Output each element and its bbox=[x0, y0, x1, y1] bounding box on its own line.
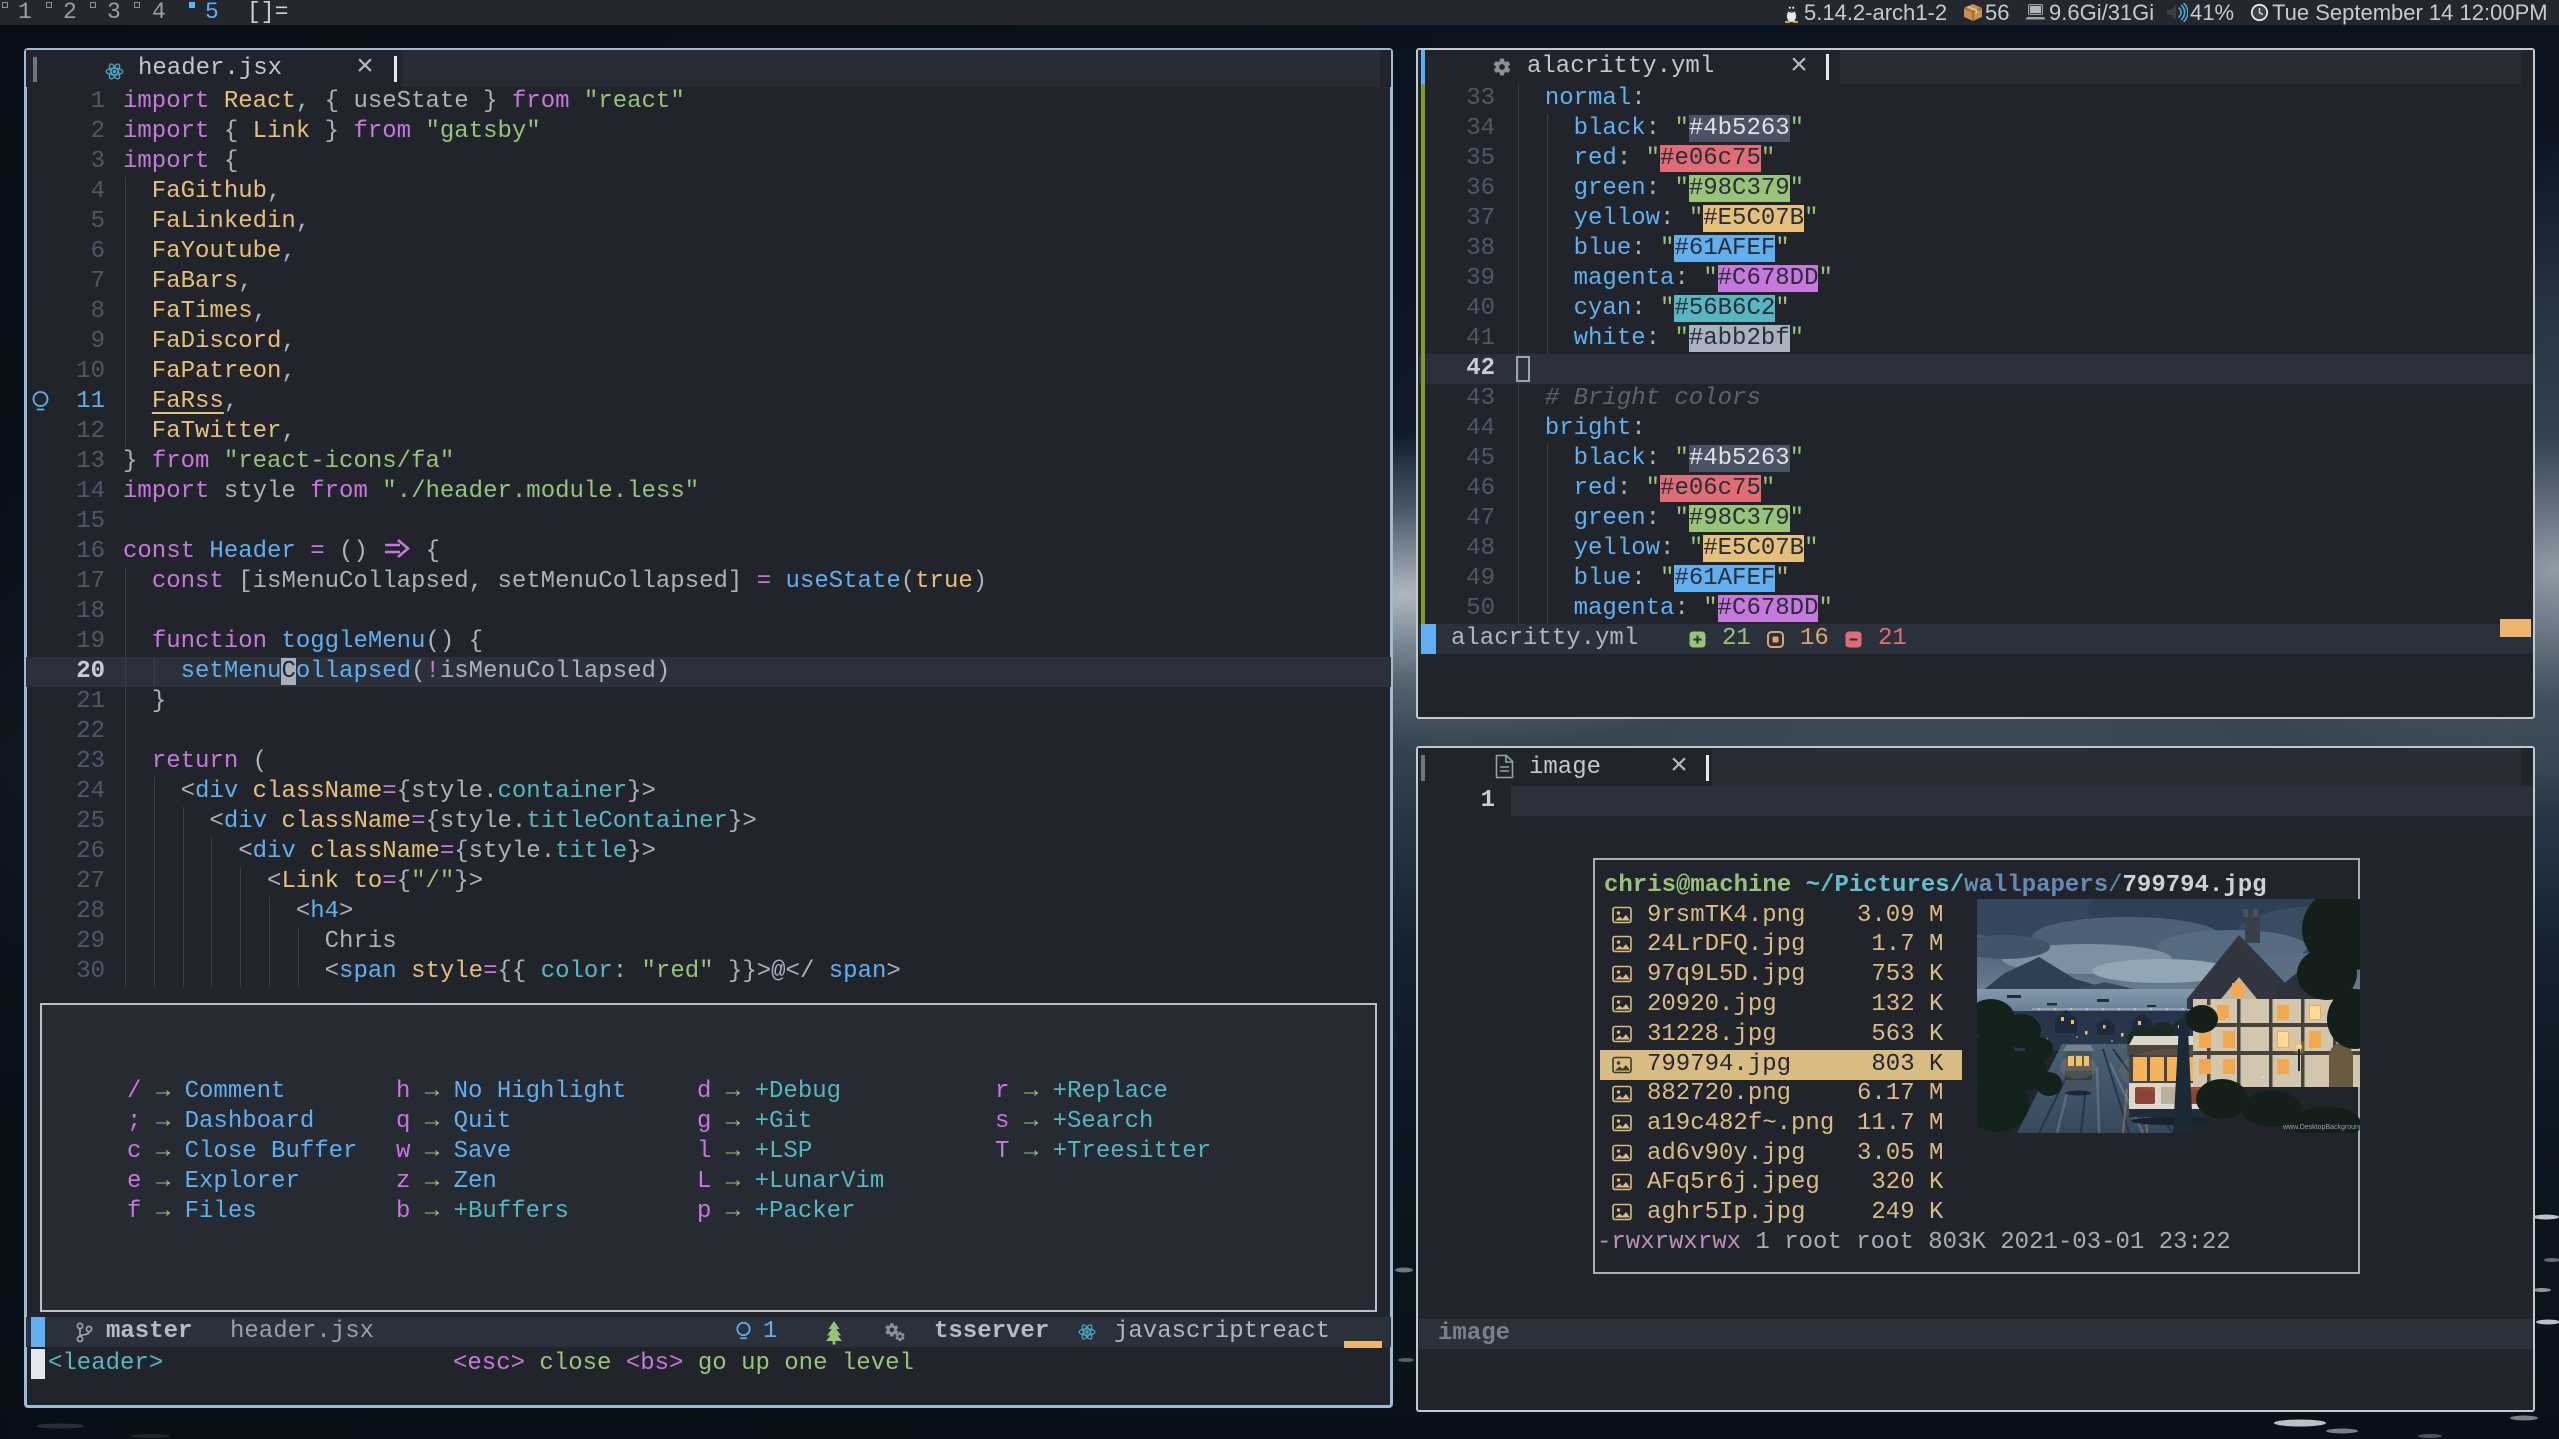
svg-text:www.DesktopBackground.org: www.DesktopBackground.org bbox=[2282, 1124, 2360, 1131]
